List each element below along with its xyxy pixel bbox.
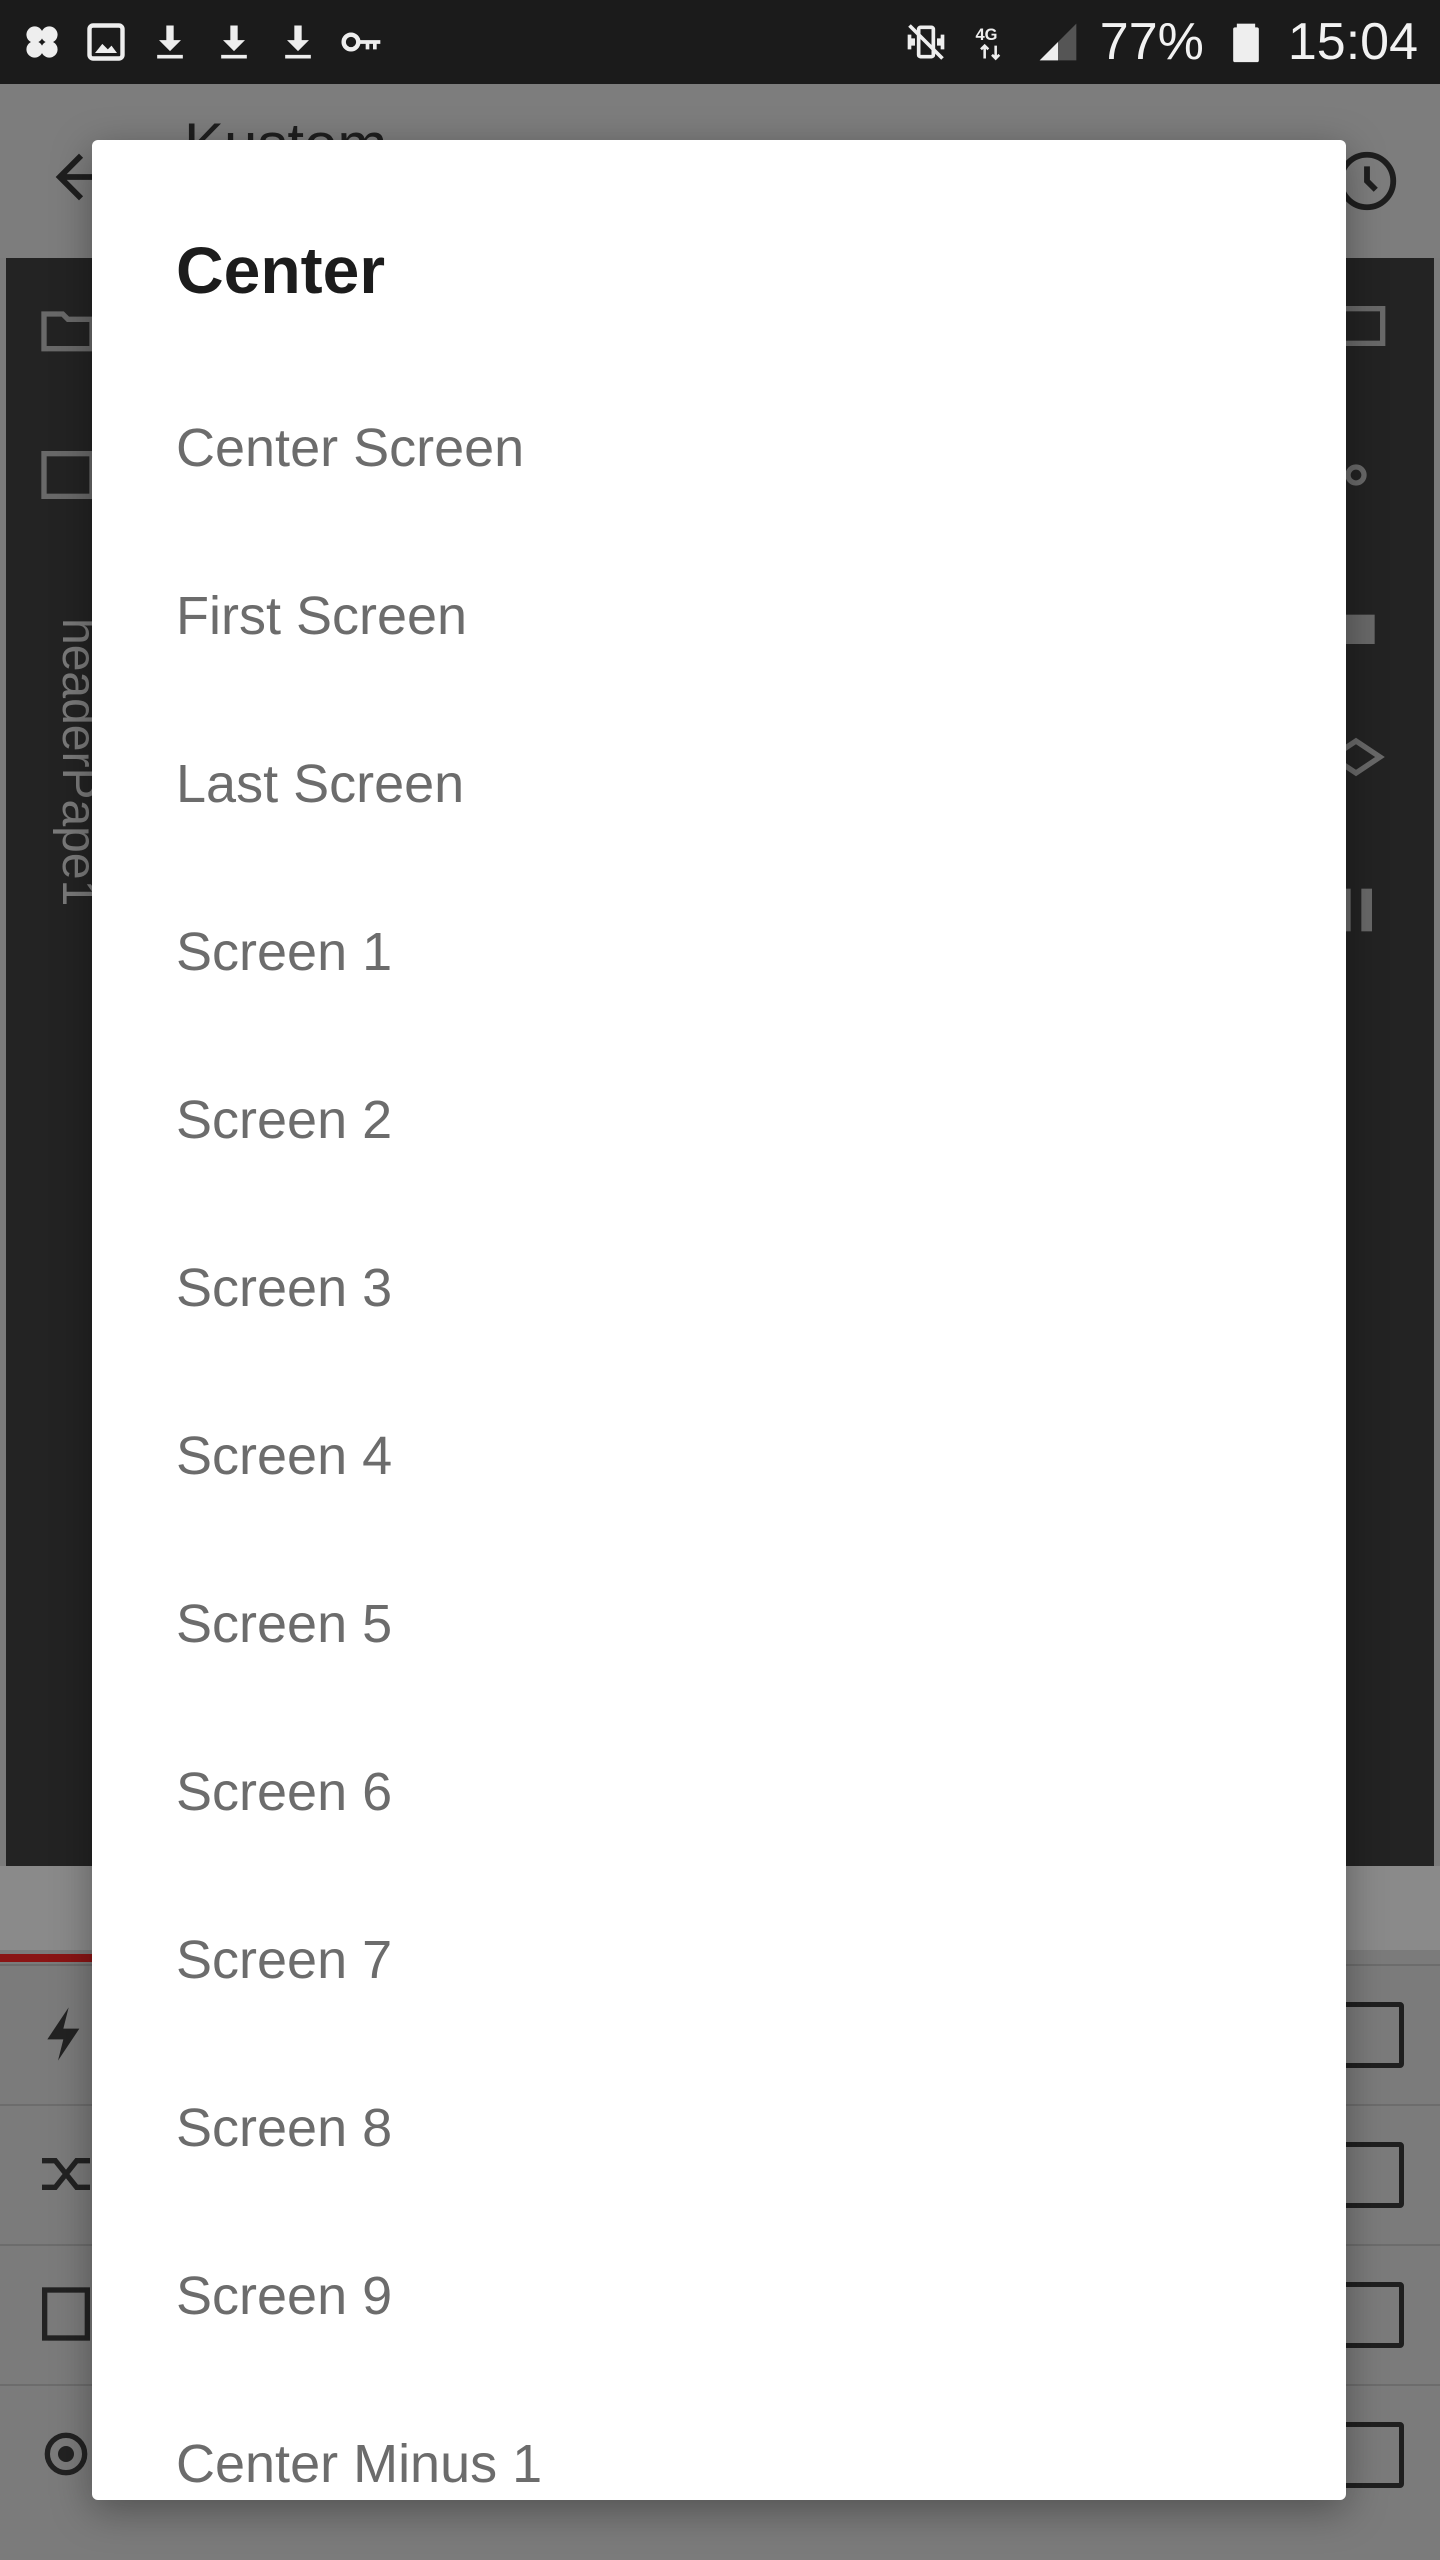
option-screen-5[interactable]: Screen 5 — [92, 1540, 1346, 1708]
option-screen-3[interactable]: Screen 3 — [92, 1204, 1346, 1372]
option-screen-6[interactable]: Screen 6 — [92, 1708, 1346, 1876]
lightning-icon — [47, 2007, 80, 2061]
option-first-screen[interactable]: First Screen — [92, 532, 1346, 700]
vibrate-mute-icon — [902, 18, 950, 66]
option-list[interactable]: Center Screen First Screen Last Screen S… — [92, 364, 1346, 2500]
option-screen-2[interactable]: Screen 2 — [92, 1036, 1346, 1204]
image-icon — [82, 18, 130, 66]
clover-icon — [18, 18, 66, 66]
download-icon — [210, 18, 258, 66]
checkbox — [1338, 2002, 1404, 2068]
option-center-minus-1[interactable]: Center Minus 1 — [92, 2380, 1346, 2500]
checkbox — [1338, 2142, 1404, 2208]
svg-text:4G: 4G — [975, 26, 997, 44]
gps-icon — [44, 2432, 88, 2476]
checkbox — [1338, 2282, 1404, 2348]
key-icon — [338, 18, 386, 66]
battery-percentage: 77% — [1099, 13, 1204, 71]
dialog-title: Center — [176, 233, 386, 307]
network-4g-icon: 4G — [968, 18, 1016, 66]
shuffle-icon — [42, 2158, 90, 2190]
option-screen-9[interactable]: Screen 9 — [92, 2212, 1346, 2380]
notification-icons — [18, 0, 386, 84]
status-bar: 4G 77% 15:04 — [0, 0, 1440, 84]
option-screen-8[interactable]: Screen 8 — [92, 2044, 1346, 2212]
signal-icon — [1034, 18, 1082, 66]
option-last-screen[interactable]: Last Screen — [92, 700, 1346, 868]
system-status: 4G 77% 15:04 — [902, 0, 1418, 84]
clock: 15:04 — [1287, 13, 1418, 71]
option-screen-7[interactable]: Screen 7 — [92, 1876, 1346, 2044]
checkbox — [1338, 2422, 1404, 2488]
option-center-screen[interactable]: Center Screen — [92, 364, 1346, 532]
battery-icon — [1222, 18, 1270, 66]
code-icon — [42, 2287, 90, 2341]
download-icon — [274, 18, 322, 66]
folder-icon — [41, 311, 95, 352]
inbox-icon — [41, 451, 95, 499]
option-screen-4[interactable]: Screen 4 — [92, 1372, 1346, 1540]
center-picker-dialog: Center Center Screen First Screen Last S… — [92, 140, 1346, 2500]
option-screen-1[interactable]: Screen 1 — [92, 868, 1346, 1036]
download-icon — [146, 18, 194, 66]
